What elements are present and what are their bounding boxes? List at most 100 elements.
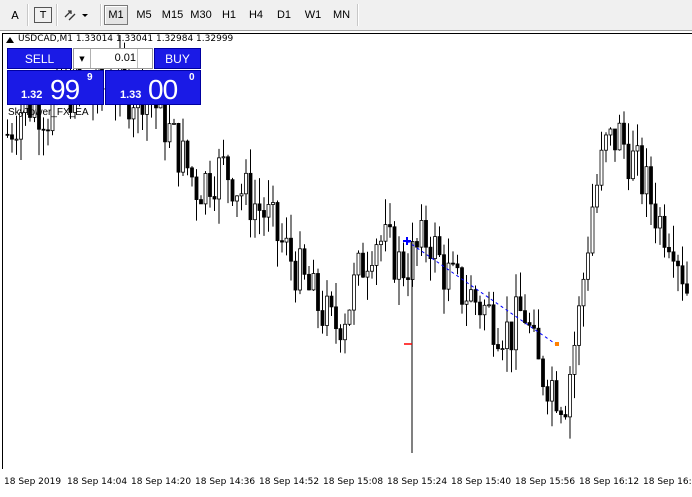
candle-body: [662, 215, 667, 248]
time-label: 18 Sep 15:24: [387, 477, 448, 487]
candle-body: [586, 252, 590, 280]
text-tool-button[interactable]: A: [6, 4, 24, 26]
chart-area[interactable]: USDCAD,M1 1.33014 1.33041 1.32984 1.3299…: [0, 31, 692, 497]
candle-body: [658, 215, 662, 229]
candle-body: [176, 123, 181, 173]
buy-price-prefix: 1.33: [120, 89, 142, 101]
candle-body: [419, 220, 424, 248]
toolbar-separator: [56, 4, 58, 26]
timeframe-w1[interactable]: W1: [302, 5, 324, 25]
candle-body: [235, 195, 239, 202]
candle-body: [131, 107, 136, 120]
candle-body: [505, 321, 509, 350]
candle-body: [451, 262, 455, 265]
timeframe-mn[interactable]: MN: [328, 5, 355, 25]
candle-body: [284, 237, 289, 243]
timeframe-h1[interactable]: H1: [218, 5, 240, 25]
candle-body: [347, 309, 352, 325]
candle-body: [379, 240, 383, 246]
toolbar: A T M1 M5 M15 M30 H1 H4 D1 W1 MN: [0, 0, 692, 31]
candle-body: [221, 156, 226, 159]
lot-dropdown-arrow-icon[interactable]: ▼: [74, 49, 91, 68]
timeframe-m30[interactable]: M30: [188, 5, 214, 25]
candle-body: [356, 252, 361, 276]
candle-body: [5, 133, 10, 136]
time-label: 18 Sep 16:12: [579, 477, 640, 487]
candle-body: [428, 246, 433, 259]
candle-body: [550, 380, 554, 402]
candle-body: [469, 289, 473, 302]
candle-body: [464, 300, 469, 305]
candle-body: [365, 270, 370, 278]
time-label: 18 Sep 14:36: [195, 477, 256, 487]
candle-body: [185, 140, 190, 169]
timeframe-h4[interactable]: H4: [244, 5, 268, 25]
candle-body: [622, 122, 626, 145]
candle-body: [608, 128, 613, 136]
candle-body: [509, 321, 514, 351]
candle-body: [343, 323, 347, 341]
candle-body: [631, 150, 635, 180]
candle-body: [635, 145, 640, 152]
buy-price-box[interactable]: 1.33 00 0: [105, 70, 201, 105]
lot-size-input[interactable]: ▼ 0.01: [73, 48, 153, 69]
candle-body: [446, 262, 451, 290]
candle-body: [248, 172, 253, 221]
time-label: 18 Sep 14:52: [259, 477, 320, 487]
text-tool-label: A: [11, 8, 19, 22]
candle-body: [568, 374, 572, 418]
candle-body: [230, 179, 235, 202]
candle-body: [424, 220, 428, 248]
time-label: 18 Sep 15:56: [515, 477, 576, 487]
candle-body: [554, 380, 559, 412]
buy-price-big: 00: [148, 74, 178, 105]
candle-body: [442, 254, 446, 290]
candle-body: [280, 240, 284, 243]
timeframe-m5[interactable]: M5: [133, 5, 155, 25]
arrows-tool-button[interactable]: [60, 4, 90, 26]
sell-price-box[interactable]: 1.32 99 9: [7, 70, 104, 105]
candle-body: [599, 149, 604, 186]
candle-body: [545, 386, 550, 402]
time-label: 18 Sep 15:08: [323, 477, 384, 487]
symbol-triangle-icon: [6, 37, 14, 43]
candle-body: [559, 410, 563, 415]
candle-body: [320, 310, 325, 326]
toolbar-separator: [27, 4, 29, 26]
candle-body: [590, 206, 595, 254]
candle-body: [626, 143, 631, 180]
candle-body: [406, 277, 410, 280]
candle-body: [181, 140, 185, 173]
candle-body: [338, 328, 343, 341]
candle-body: [316, 273, 320, 311]
candle-body: [212, 196, 217, 200]
candle-body: [527, 322, 532, 326]
candle-body: [226, 156, 230, 181]
candle-body: [455, 263, 460, 269]
timeframe-d1[interactable]: D1: [272, 5, 296, 25]
sell-button[interactable]: SELL: [7, 48, 72, 69]
symbol-ohlc-label: USDCAD,M1 1.33014 1.33041 1.32984 1.3299…: [18, 34, 234, 44]
buy-button[interactable]: BUY: [154, 48, 201, 69]
candle-body: [172, 123, 176, 125]
candle-body: [10, 134, 14, 140]
entry-marker: [403, 237, 411, 245]
candle-body: [352, 274, 356, 311]
candle-body: [617, 122, 622, 151]
candle-body: [437, 236, 442, 256]
timeframe-m1[interactable]: M1: [104, 5, 128, 25]
candle-body: [581, 278, 586, 307]
candle-body: [667, 246, 671, 253]
candle-body: [595, 184, 599, 208]
candle-body: [563, 414, 568, 418]
candle-body: [397, 251, 401, 280]
timeframe-m15[interactable]: M15: [158, 5, 187, 25]
lot-value: 0.01: [114, 52, 136, 64]
text-label-tool-label: T: [39, 9, 47, 21]
time-label: 18 Sep 15:40: [451, 477, 512, 487]
candle-body: [271, 202, 275, 205]
text-label-tool-button[interactable]: T: [34, 7, 52, 23]
candle-body: [518, 296, 523, 312]
buy-price-sup: 0: [189, 72, 195, 83]
candle-body: [253, 203, 257, 221]
